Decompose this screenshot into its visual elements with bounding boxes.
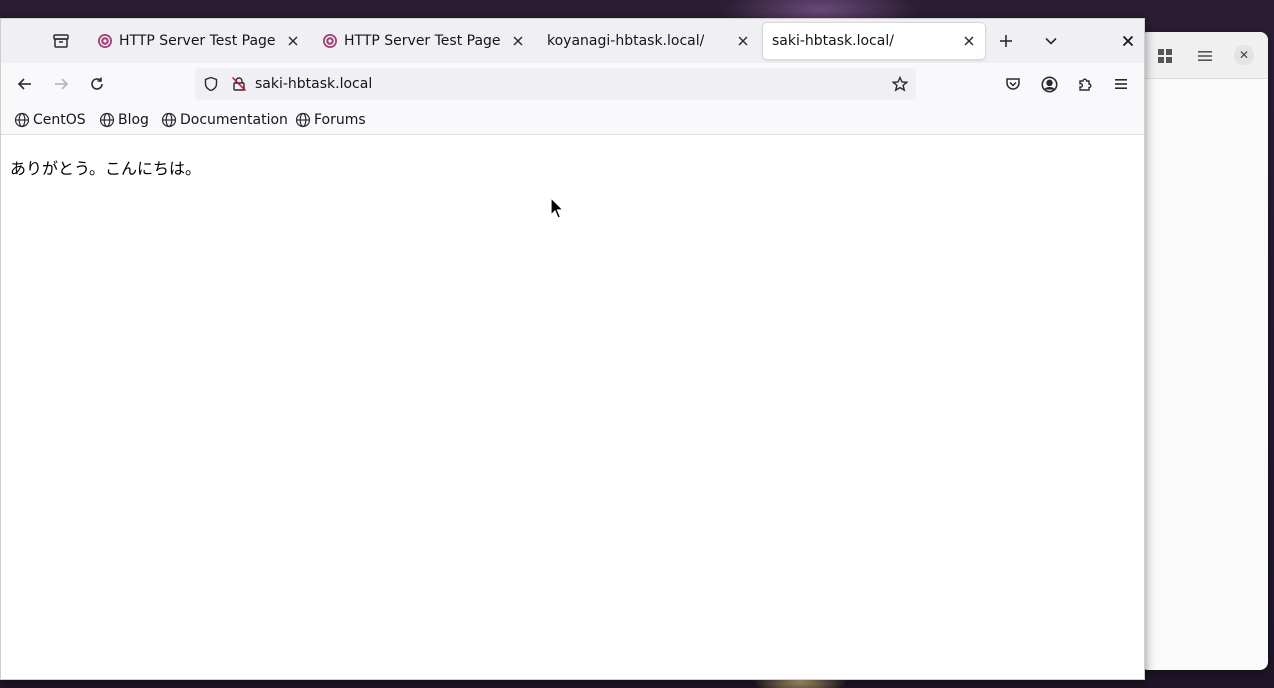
page-content: ありがとう。こんにちは。 <box>1 135 1144 679</box>
close-icon[interactable] <box>735 33 751 49</box>
tab-title: HTTP Server Test Page <box>344 33 501 49</box>
tab-saki-active[interactable]: saki-hbtask.local/ <box>763 23 985 59</box>
hamburger-icon[interactable] <box>1197 48 1213 64</box>
bookmark-label: Documentation <box>180 112 288 128</box>
background-window[interactable]: ✕ <box>1140 32 1268 670</box>
tab-http-test-2[interactable]: HTTP Server Test Page <box>312 23 534 59</box>
star-icon[interactable] <box>891 75 909 92</box>
globe-icon <box>161 112 177 128</box>
page-body-text: ありがとう。こんにちは。 <box>10 159 202 178</box>
fedora-favicon-icon <box>97 33 113 49</box>
bookmarks-toolbar: CentOS Blog Documentation Forums <box>1 105 1144 135</box>
bookmark-blog[interactable]: Blog <box>99 110 149 130</box>
bookmark-label: Blog <box>118 112 149 128</box>
bookmark-forums[interactable]: Forums <box>295 110 366 130</box>
tab-http-test-1[interactable]: HTTP Server Test Page <box>87 23 309 59</box>
arrow-right-icon[interactable] <box>49 72 73 96</box>
close-icon[interactable] <box>285 33 301 49</box>
tab-bar: HTTP Server Test Page HTTP Server Test P… <box>1 19 1144 63</box>
browser-window: HTTP Server Test Page HTTP Server Test P… <box>0 18 1145 680</box>
navigation-toolbar <box>1 63 1144 105</box>
hamburger-icon[interactable] <box>1109 72 1133 96</box>
fedora-favicon-icon <box>322 33 338 49</box>
reload-icon[interactable] <box>85 72 109 96</box>
globe-icon <box>14 112 30 128</box>
close-icon[interactable] <box>510 33 526 49</box>
bookmark-documentation[interactable]: Documentation <box>161 110 288 130</box>
mouse-cursor-icon <box>550 197 565 219</box>
close-icon[interactable]: ✕ <box>1234 45 1254 65</box>
globe-icon <box>99 112 115 128</box>
pocket-icon[interactable] <box>1001 72 1025 96</box>
chevron-down-icon[interactable] <box>1039 29 1063 53</box>
puzzle-icon[interactable] <box>1073 72 1097 96</box>
tab-koyanagi[interactable]: koyanagi-hbtask.local/ <box>537 23 759 59</box>
url-input[interactable] <box>255 73 875 95</box>
url-bar[interactable] <box>195 68 916 100</box>
tab-title: koyanagi-hbtask.local/ <box>547 33 705 49</box>
close-icon[interactable] <box>961 33 977 49</box>
bookmark-label: CentOS <box>33 112 86 128</box>
background-window-header: ✕ <box>1140 32 1268 79</box>
firefox-view-icon[interactable] <box>49 29 73 53</box>
plus-icon[interactable] <box>994 29 1018 53</box>
close-icon[interactable] <box>1116 29 1140 53</box>
tab-title: saki-hbtask.local/ <box>772 33 894 49</box>
shield-icon[interactable] <box>203 76 219 92</box>
lock-slash-icon[interactable] <box>231 76 247 92</box>
account-icon[interactable] <box>1037 72 1061 96</box>
tab-title: HTTP Server Test Page <box>119 33 276 49</box>
grid-icon[interactable] <box>1157 48 1173 64</box>
bookmark-centos[interactable]: CentOS <box>14 110 86 130</box>
globe-icon <box>295 112 311 128</box>
bookmark-label: Forums <box>314 112 366 128</box>
arrow-left-icon[interactable] <box>13 72 37 96</box>
